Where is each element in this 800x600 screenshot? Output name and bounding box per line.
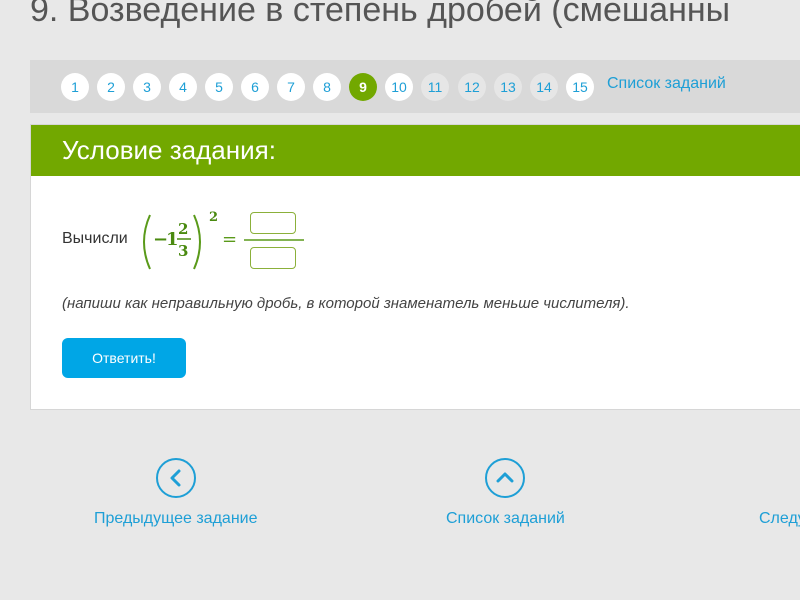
math-expression: − 1 2 3 2 = [136, 207, 336, 277]
task-number-14[interactable]: 14 [530, 73, 558, 101]
left-paren [143, 214, 151, 270]
previous-task-label: Предыдущее задание [94, 510, 258, 527]
page-title: 9. Возведение в степень дробей (смешанны [30, 0, 731, 29]
task-number-10[interactable]: 10 [385, 73, 413, 101]
task-hint: (напиши как неправильную дробь, в которо… [62, 295, 630, 312]
task-list-bottom-label: Список заданий [446, 510, 565, 527]
task-number-7[interactable]: 7 [277, 73, 305, 101]
task-number-2[interactable]: 2 [97, 73, 125, 101]
task-number-12[interactable]: 12 [458, 73, 486, 101]
inner-denominator: 3 [178, 242, 188, 260]
denominator-input[interactable] [250, 247, 296, 269]
whole-part: 1 [166, 229, 179, 250]
inner-numerator: 2 [178, 220, 188, 238]
task-number-6[interactable]: 6 [241, 73, 269, 101]
task-number-13[interactable]: 13 [494, 73, 522, 101]
right-paren [193, 214, 201, 270]
next-task-link[interactable]: Следу [759, 458, 800, 528]
chevron-left-icon [155, 458, 196, 498]
task-list-link[interactable]: Список заданий [607, 75, 726, 93]
task-number-3[interactable]: 3 [133, 73, 161, 101]
exponent: 2 [209, 210, 218, 225]
task-navigation: 1 2 3 4 5 6 7 8 9 10 11 12 13 14 15 Список заданий [30, 60, 800, 113]
numerator-input[interactable] [250, 212, 296, 234]
task-number-15[interactable]: 15 [566, 73, 594, 101]
task-header: Условие задания: [31, 125, 800, 176]
task-number-11[interactable]: 11 [421, 73, 449, 101]
equals-sign: = [222, 229, 237, 250]
chevron-up-icon [485, 458, 526, 498]
expression-svg: − 1 2 3 2 = [143, 210, 304, 270]
task-number-5[interactable]: 5 [205, 73, 233, 101]
next-task-label: Следу [759, 510, 800, 527]
previous-task-link[interactable]: Предыдущее задание [94, 458, 257, 528]
task-number-1[interactable]: 1 [61, 73, 89, 101]
submit-answer-button[interactable]: Ответить! [62, 338, 186, 378]
task-prompt: Вычисли [62, 230, 128, 247]
task-number-9[interactable]: 9 [349, 73, 377, 101]
task-card: Условие задания: Вычисли − 1 2 3 2 = (на… [30, 124, 800, 410]
task-list-bottom-link[interactable]: Список заданий [446, 458, 565, 528]
task-number-8[interactable]: 8 [313, 73, 341, 101]
task-number-4[interactable]: 4 [169, 73, 197, 101]
